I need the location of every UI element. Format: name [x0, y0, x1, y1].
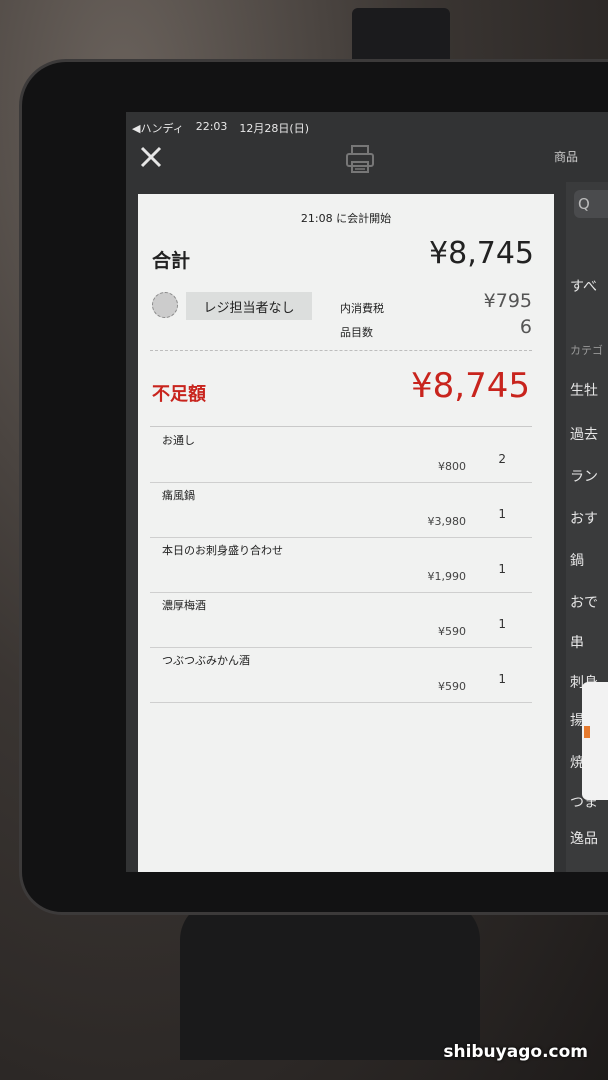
category-item[interactable]: 串: [570, 632, 584, 652]
order-item-price: ¥1,990: [427, 570, 467, 583]
checkout-panel: 21:08 に会計開始 合計 ¥8,745 レジ担当者なし 内消費税 ¥795 …: [138, 194, 554, 872]
order-item-price: ¥590: [438, 680, 466, 693]
status-carrier: ◀ハンディ: [132, 122, 184, 135]
order-item-name: お通し: [162, 434, 195, 447]
order-item-name: 本日のお刺身盛り合わせ: [162, 544, 283, 557]
category-item[interactable]: カテゴ: [570, 342, 603, 358]
summary-divider: [150, 350, 532, 351]
tax-value: ¥795: [483, 290, 532, 312]
order-item-qty: 1: [498, 617, 506, 631]
printer-icon[interactable]: [344, 144, 376, 174]
order-item-list: お通し ¥800 2 痛風鍋 ¥3,980 1 本日のお刺身盛り合わせ ¥1,9…: [150, 428, 532, 703]
status-bar: ◀ハンディ 22:03 12月28日(日): [132, 120, 309, 136]
tablet-screen: ◀ハンディ 22:03 12月28日(日) 商品 Q すべカテゴ生牡過去ランおす…: [126, 112, 608, 872]
close-icon[interactable]: [138, 144, 164, 170]
total-value: ¥8,745: [429, 236, 534, 271]
order-item[interactable]: お通し ¥800 2: [150, 428, 532, 483]
order-item-price: ¥3,980: [427, 515, 467, 528]
category-item[interactable]: 逸品: [570, 828, 598, 848]
order-item-name: 痛風鍋: [162, 489, 195, 502]
order-item-qty: 1: [498, 507, 506, 521]
category-item[interactable]: すべ: [570, 276, 597, 296]
item-count-value: 6: [519, 316, 532, 338]
products-tab[interactable]: 商品: [554, 148, 578, 165]
order-item[interactable]: 本日のお刺身盛り合わせ ¥1,990 1: [150, 538, 532, 593]
order-item-name: つぶつぶみかん酒: [162, 654, 250, 667]
order-item[interactable]: つぶつぶみかん酒 ¥590 1: [150, 648, 532, 703]
search-icon: Q: [578, 195, 590, 213]
order-item-price: ¥800: [438, 460, 466, 473]
watermark: shibuyago.com: [443, 1042, 588, 1062]
category-item[interactable]: おす: [570, 508, 598, 528]
tax-label: 内消費税: [340, 302, 384, 315]
order-item[interactable]: 痛風鍋 ¥3,980 1: [150, 483, 532, 538]
order-item-price: ¥590: [438, 625, 466, 638]
status-date: 12月28日(日): [239, 122, 309, 135]
shortage-value: ¥8,745: [411, 366, 530, 406]
order-item-name: 濃厚梅酒: [162, 599, 206, 612]
item-count-label: 品目数: [340, 326, 373, 339]
category-item[interactable]: 生牡: [570, 380, 598, 400]
category-item[interactable]: おで: [570, 592, 598, 612]
checkout-start-time: 21:08 に会計開始: [300, 212, 392, 225]
product-card-marker: [584, 726, 590, 738]
cashier-avatar[interactable]: [152, 292, 178, 318]
search-input[interactable]: Q: [574, 190, 608, 218]
product-card[interactable]: [582, 682, 608, 800]
item-list-divider: [150, 426, 532, 427]
tablet-mount-clip: [352, 8, 450, 70]
category-item[interactable]: 鍋: [570, 550, 584, 570]
order-item-qty: 1: [498, 672, 506, 686]
order-item-qty: 2: [498, 452, 506, 466]
total-label: 合計: [152, 250, 191, 272]
order-item[interactable]: 濃厚梅酒 ¥590 1: [150, 593, 532, 648]
shortage-label: 不足額: [152, 384, 206, 405]
category-item[interactable]: 過去: [570, 424, 598, 444]
order-item-qty: 1: [498, 562, 506, 576]
cashier-select-button[interactable]: レジ担当者なし: [186, 292, 312, 320]
category-item[interactable]: ラン: [570, 466, 598, 486]
tablet-stand: [180, 900, 480, 1060]
status-time: 22:03: [195, 120, 228, 133]
